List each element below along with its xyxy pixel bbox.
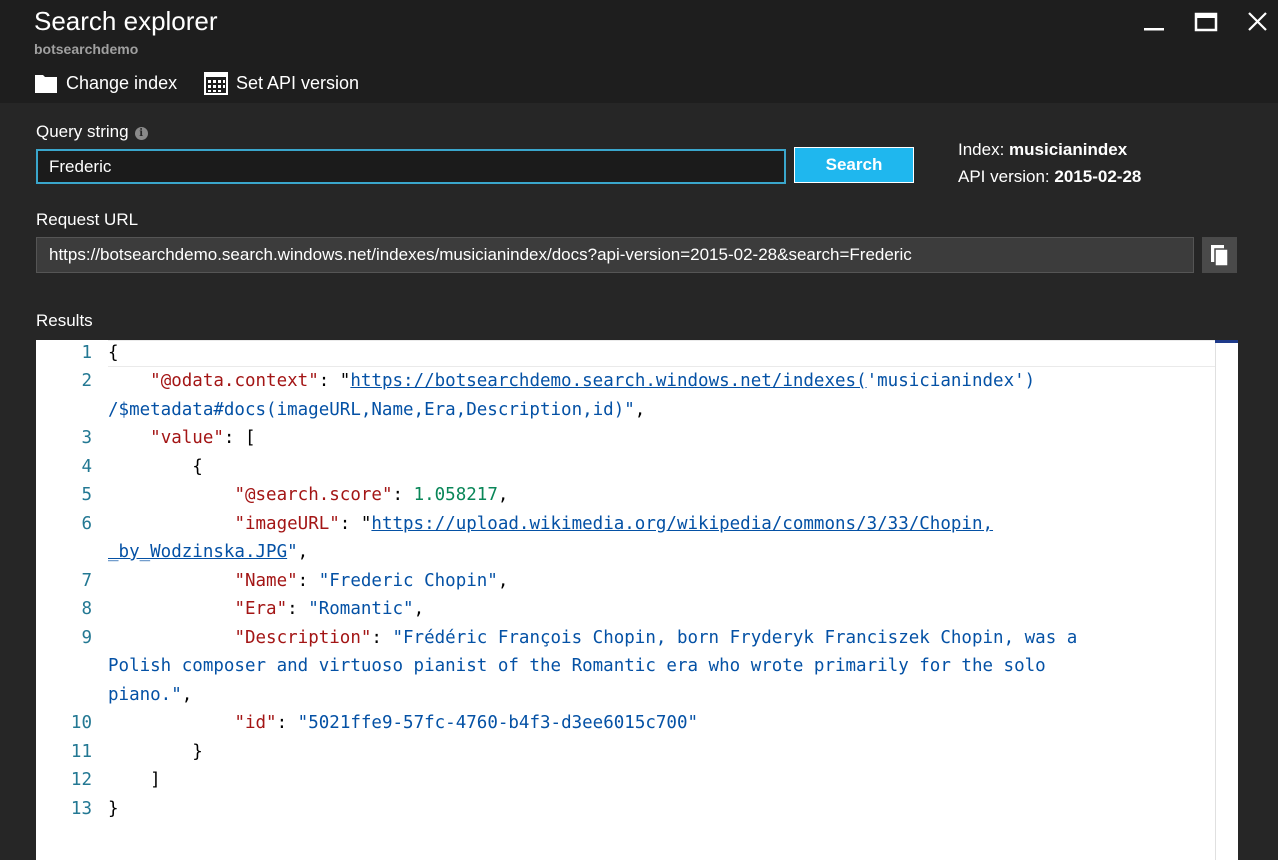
json-key: "Era" (234, 599, 288, 619)
close-icon (1248, 12, 1267, 31)
json-key: "id" (234, 713, 277, 733)
results-scrollbar[interactable] (1215, 340, 1238, 860)
code-line: _by_Wodzinska.JPG", (108, 542, 309, 562)
minimize-button[interactable] (1138, 8, 1170, 38)
json-string: "Frédéric François Chopin, born Fryderyk… (392, 628, 1078, 648)
json-string: 'musicianindex') (866, 371, 1036, 391)
search-button[interactable]: Search (794, 147, 914, 183)
json-string: "5021ffe9-57fc-4760-b4f3-d3ee6015c700" (297, 713, 699, 733)
json-link[interactable]: https://botsearchdemo.search.windows.net… (350, 371, 866, 391)
blade-header: Search explorer botsearchdemo Change ind… (0, 0, 1278, 103)
json-key: "Description" (234, 628, 372, 648)
close-button[interactable] (1242, 8, 1274, 38)
results-editor[interactable]: 1 2 3 4 5 6 7 8 9 10 11 12 13 { "@odata.… (36, 340, 1238, 860)
index-value: musicianindex (1009, 140, 1128, 159)
json-string: "Romantic" (308, 599, 414, 619)
json-key: "@search.score" (234, 485, 393, 505)
line-number: 8 (81, 599, 92, 619)
line-number: 6 (81, 514, 92, 534)
json-number: 1.058217 (413, 485, 498, 505)
json-link[interactable]: https://upload.wikimedia.org/wikipedia/c… (371, 514, 993, 534)
results-label: Results (36, 311, 93, 330)
line-number: 7 (81, 571, 92, 591)
json-key: "@odata.context" (150, 371, 319, 391)
set-api-version-label: Set API version (236, 72, 360, 93)
maximize-button[interactable] (1190, 8, 1222, 38)
json-string: Polish composer and virtuoso pianist of … (108, 656, 1046, 676)
code-line: Polish composer and virtuoso pianist of … (108, 656, 1046, 676)
code-line: } (108, 799, 119, 819)
code-line: } (108, 742, 203, 762)
api-version-label: API version: (958, 167, 1050, 186)
code-line: /$metadata#docs(imageURL,Name,Era,Descri… (108, 400, 646, 420)
api-version-info: API version: 2015-02-28 (958, 167, 1141, 187)
api-version-value: 2015-02-28 (1054, 167, 1142, 186)
request-url-label: Request URL (36, 210, 139, 229)
current-line-highlight (108, 340, 1216, 367)
line-number: 13 (70, 799, 92, 819)
code-line: { (108, 457, 203, 477)
page-title: Search explorer (34, 6, 218, 36)
folder-icon (35, 75, 57, 93)
info-icon[interactable]: i (134, 127, 148, 140)
set-api-version-button[interactable]: Set API version (204, 70, 359, 96)
code-line: "@search.score": 1.058217, (234, 485, 509, 505)
index-label: Index: (958, 140, 1005, 159)
json-key: "imageURL" (234, 514, 340, 534)
line-number: 2 (81, 371, 92, 391)
line-number: 10 (70, 713, 92, 733)
line-number: 4 (81, 457, 92, 477)
code-line: { (108, 343, 119, 363)
json-link[interactable]: _by_Wodzinska.JPG (108, 542, 287, 562)
json-string: /$metadata#docs(imageURL,Name,Era,Descri… (108, 400, 635, 420)
code-line: "Description": "Frédéric François Chopin… (234, 628, 1078, 648)
code-line: "imageURL": "https://upload.wikimedia.or… (234, 514, 994, 534)
change-index-label: Change index (66, 72, 178, 93)
code-line: "Name": "Frederic Chopin", (234, 571, 509, 591)
code-line: piano.", (108, 685, 193, 705)
line-number: 9 (81, 628, 92, 648)
json-string: piano." (108, 685, 182, 705)
query-string-input[interactable] (36, 149, 786, 184)
code-line: "value": [ (150, 428, 256, 448)
index-info: Index: musicianindex (958, 140, 1127, 160)
line-number: 5 (81, 485, 92, 505)
json-string: "Frederic Chopin" (318, 571, 498, 591)
copy-icon (1211, 245, 1229, 267)
request-url-field[interactable]: https://botsearchdemo.search.windows.net… (36, 237, 1194, 273)
code-line: "id": "5021ffe9-57fc-4760-b4f3-d3ee6015c… (234, 713, 699, 733)
minimize-icon (1144, 28, 1164, 31)
page-subtitle: botsearchdemo (34, 41, 139, 57)
change-index-button[interactable]: Change index (34, 70, 177, 96)
copy-url-button[interactable] (1202, 237, 1237, 273)
code-line: ] (108, 770, 161, 790)
line-number: 12 (70, 770, 92, 790)
code-line: "@odata.context": "https://botsearchdemo… (150, 371, 1036, 391)
json-key: "Name" (234, 571, 298, 591)
maximize-icon (1194, 12, 1218, 32)
query-string-text: Query string (36, 122, 129, 141)
json-key: "value" (150, 428, 224, 448)
calendar-grid-icon (204, 72, 228, 95)
line-number: 11 (70, 742, 92, 762)
line-number: 3 (81, 428, 92, 448)
results-scrollbar-thumb[interactable] (1215, 340, 1238, 343)
code-line: "Era": "Romantic", (234, 599, 425, 619)
query-string-label: Query string i (36, 122, 148, 142)
line-number: 1 (81, 343, 92, 363)
